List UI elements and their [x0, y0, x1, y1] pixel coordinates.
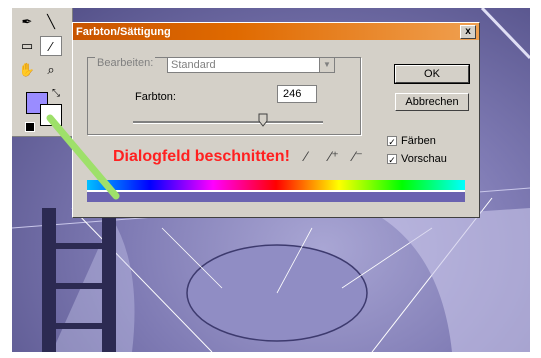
ok-button[interactable]: OK — [394, 64, 470, 84]
stamp-icon[interactable]: ▭ — [16, 36, 38, 56]
hue-label: Farbton: — [135, 91, 176, 103]
preview-checkbox[interactable]: ✓ — [387, 154, 397, 165]
chevron-down-icon[interactable]: ▼ — [319, 58, 334, 72]
preview-option[interactable]: ✓ Vorschau — [387, 153, 447, 165]
cropped-dialog-annotation: Dialogfeld beschnitten! — [113, 148, 290, 165]
hue-spectrum-bar — [87, 180, 465, 190]
edit-select[interactable]: Standard ▼ — [167, 57, 335, 73]
preview-label: Vorschau — [401, 153, 447, 165]
eyedropper-plus-icon[interactable]: ⁄⁺ — [329, 148, 339, 165]
dialog-titlebar[interactable]: Farbton/Sättigung x — [73, 23, 479, 40]
colorize-checkbox[interactable]: ✓ — [387, 136, 397, 147]
line-icon[interactable]: ╲ — [40, 12, 62, 32]
hue-saturation-dialog: Farbton/Sättigung x Bearbeiten: Standard… — [72, 22, 480, 218]
colorize-label: Färben — [401, 135, 436, 147]
eyedropper-minus-icon[interactable]: ⁄⁻ — [353, 148, 363, 165]
swap-colors-icon[interactable]: ⤡ — [52, 88, 60, 99]
toolbox-panel: ✒ ╲ ▭ ⁄ ✋ ⌕ ⤡ — [12, 8, 73, 137]
hue-input[interactable]: 246 — [277, 85, 317, 103]
eyedropper-icon[interactable]: ⁄ — [40, 36, 62, 56]
dialog-title: Farbton/Sättigung — [76, 25, 171, 38]
close-icon[interactable]: x — [460, 24, 476, 39]
background-color-swatch[interactable] — [40, 104, 62, 126]
zoom-icon[interactable]: ⌕ — [40, 60, 62, 80]
hue-slider-thumb[interactable] — [258, 113, 268, 127]
adjusted-spectrum-bar — [87, 192, 465, 202]
hue-slider-track[interactable] — [133, 121, 323, 124]
colorize-option[interactable]: ✓ Färben — [387, 135, 436, 147]
pen-icon[interactable]: ✒ — [16, 12, 38, 32]
edit-select-value: Standard — [171, 59, 216, 71]
edit-label: Bearbeiten: — [95, 57, 156, 69]
cancel-button[interactable]: Abbrechen — [395, 93, 469, 111]
default-colors-icon[interactable] — [25, 122, 35, 132]
hand-icon[interactable]: ✋ — [16, 60, 38, 80]
eyedropper-icon[interactable]: ⁄ — [305, 148, 307, 164]
